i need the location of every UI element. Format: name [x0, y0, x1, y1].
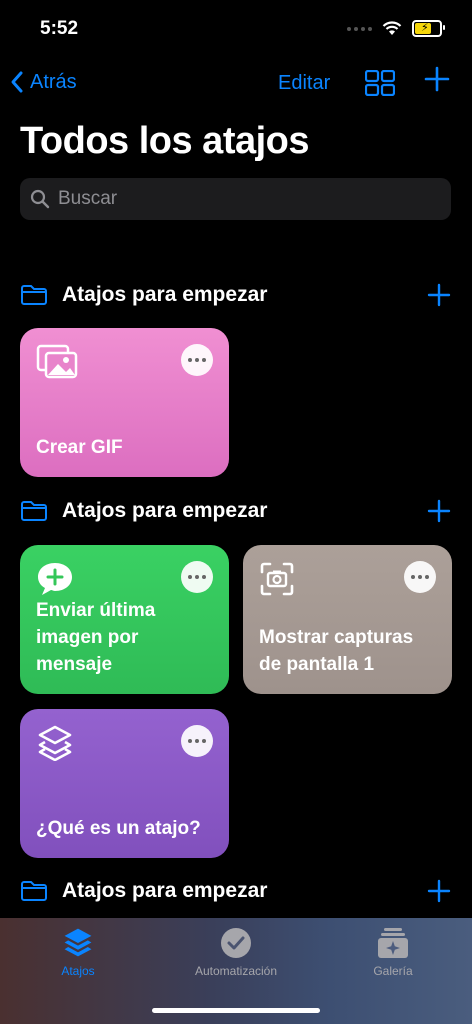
- tab-galeria[interactable]: Galería: [323, 926, 463, 978]
- shortcut-card[interactable]: Mostrar capturas de pantalla 1: [243, 545, 452, 694]
- battery-charging-icon: ⚡: [412, 20, 445, 37]
- more-options-button[interactable]: [181, 725, 213, 757]
- plus-icon[interactable]: [427, 499, 451, 523]
- plus-icon: [424, 66, 450, 92]
- folder-icon: [21, 285, 47, 305]
- more-options-button[interactable]: [181, 344, 213, 376]
- shortcuts-layers-icon: [64, 928, 92, 957]
- edit-button[interactable]: Editar: [278, 72, 330, 95]
- status-indicators: ⚡: [347, 20, 445, 37]
- section-header: Atajos para empezar: [20, 279, 451, 311]
- home-indicator: [152, 1008, 320, 1013]
- section-title: Atajos para empezar: [62, 499, 268, 522]
- shortcut-card[interactable]: ¿Qué es un atajo?: [20, 709, 229, 858]
- cellular-signal-icon: [347, 26, 372, 31]
- message-plus-icon: [38, 563, 72, 595]
- shortcut-name: Mostrar capturas de pantalla 1: [259, 627, 414, 675]
- chevron-left-icon: [11, 71, 23, 93]
- tab-automatizacion[interactable]: Automatización: [166, 926, 306, 978]
- folder-icon: [21, 501, 47, 521]
- plus-icon[interactable]: [427, 879, 451, 903]
- plus-icon[interactable]: [427, 283, 451, 307]
- folder-icon: [21, 881, 47, 901]
- section-header: Atajos para empezar: [20, 875, 451, 907]
- search-placeholder: Buscar: [58, 188, 118, 209]
- wifi-icon: [382, 21, 402, 35]
- shortcut-name: Crear GIF: [36, 437, 123, 458]
- grid-icon: [364, 69, 396, 97]
- section-title: Atajos para empezar: [62, 879, 268, 902]
- tab-label: Automatización: [194, 964, 278, 978]
- more-options-button[interactable]: [181, 561, 213, 593]
- shortcut-card[interactable]: Crear GIF: [20, 328, 229, 477]
- more-options-button[interactable]: [404, 561, 436, 593]
- search-icon: [30, 189, 50, 209]
- photos-icon: [36, 344, 78, 379]
- search-input[interactable]: Buscar: [20, 178, 451, 220]
- back-button[interactable]: Atrás: [10, 70, 77, 94]
- shortcut-name: Enviar última imagen por mensaje: [36, 600, 156, 675]
- page-title: Todos los atajos: [20, 120, 310, 162]
- grid-view-button[interactable]: [364, 69, 396, 101]
- tab-label: Galería: [373, 964, 413, 978]
- section-title: Atajos para empezar: [62, 283, 268, 306]
- add-shortcut-button[interactable]: [424, 66, 450, 98]
- back-label: Atrás: [30, 70, 77, 93]
- shortcut-name: ¿Qué es un atajo?: [36, 818, 201, 839]
- section-header: Atajos para empezar: [20, 495, 451, 527]
- screenshot-icon: [260, 562, 294, 596]
- status-time: 5:52: [40, 18, 79, 39]
- shortcuts-layers-icon: [38, 725, 72, 761]
- clock-check-icon: [221, 928, 251, 958]
- tab-label: Atajos: [61, 964, 95, 978]
- shortcut-card[interactable]: Enviar última imagen por mensaje: [20, 545, 229, 694]
- tab-atajos[interactable]: Atajos: [8, 926, 148, 978]
- gallery-icon: [378, 928, 408, 958]
